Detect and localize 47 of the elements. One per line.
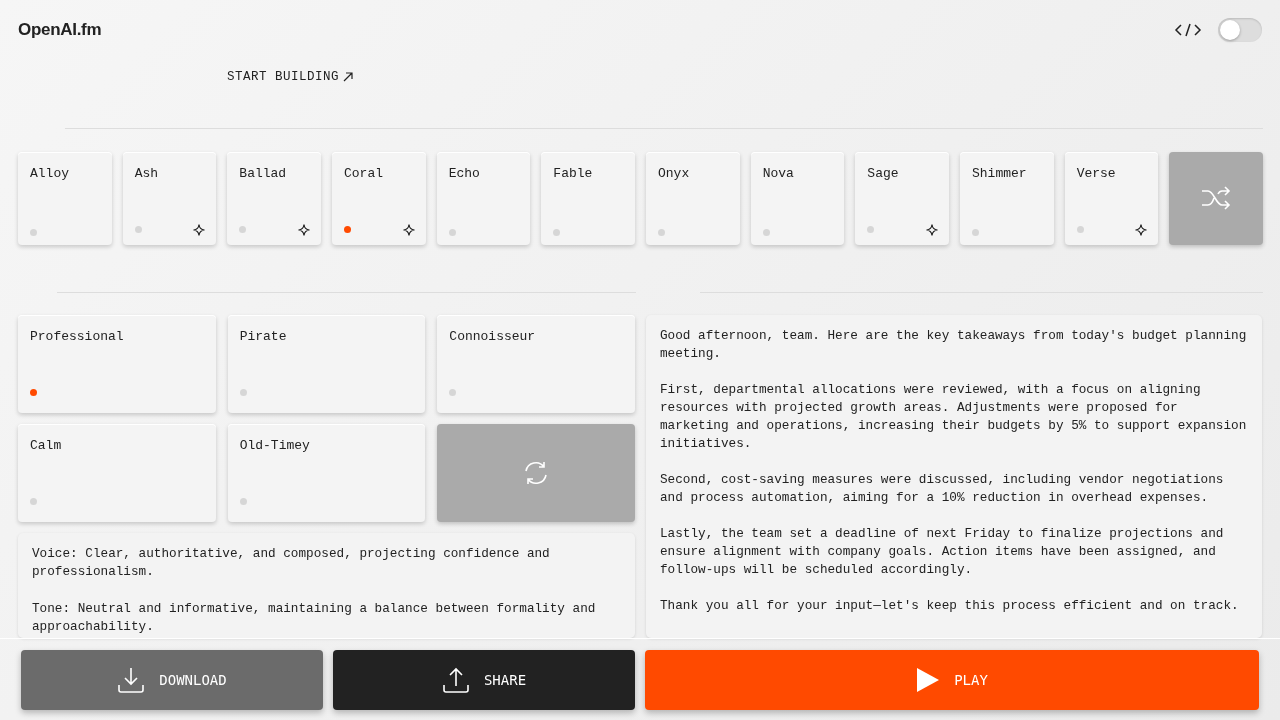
play-icon [916, 667, 941, 693]
voice-tile[interactable]: Nova [750, 151, 845, 245]
voice-tile[interactable]: Fable [541, 151, 635, 245]
start-building-link[interactable]: START BUILDING [227, 68, 355, 87]
voice-name: Echo [448, 164, 481, 183]
shuffle-button[interactable] [1169, 151, 1263, 245]
download-icon [117, 666, 146, 694]
voice-tile[interactable]: Alloy [18, 151, 112, 245]
vibe-tile[interactable]: Old-Timey [227, 423, 426, 522]
code-icon[interactable] [1174, 22, 1202, 38]
share-icon [441, 666, 470, 694]
voice-tile[interactable]: Ash [122, 151, 217, 245]
vibe-tile[interactable]: Calm [18, 423, 216, 522]
share-button[interactable]: SHARE [333, 650, 635, 710]
refresh-button[interactable] [437, 423, 635, 522]
vibe-tile[interactable]: Pirate [227, 314, 426, 413]
vibe-name: Calm [30, 436, 63, 455]
voice-tile[interactable]: Ballad [227, 151, 321, 245]
voice-name: Coral [344, 164, 384, 183]
voice-name: Ballad [239, 164, 288, 183]
voice-tile[interactable]: Shimmer [960, 151, 1054, 245]
arrow-icon [342, 71, 355, 84]
shuffle-icon [1200, 185, 1233, 212]
vibe-tile[interactable]: Connoisseur [437, 314, 635, 413]
voice-tile[interactable]: Echo [436, 151, 531, 245]
voice-name: Shimmer [972, 164, 1028, 183]
download-button[interactable]: DOWNLOAD [21, 650, 323, 710]
voice-name: Nova [762, 164, 795, 183]
logo[interactable]: OpenAI.fm [18, 17, 102, 43]
vibe-name: Pirate [239, 327, 288, 346]
voice-tile[interactable]: Verse [1064, 151, 1159, 245]
voice-name: Ash [134, 164, 160, 183]
script-text[interactable]: Good afternoon, team. Here are the key takeaways from today's budget planning meeting. First, departmental allocations were reviewed, with a focus on aligning resources with projected growth areas. Adjustments were proposed for marketing and operations, increasing their budgets by 5% to support expansion initiatives. Second, cost-saving measures were discussed, including vendor negotiations and process automation, aiming for a 10% reduction in overhead expenses. Lastly, the team set a deadline of next Friday to finalize projections and ensure alignment with company goals. Action items have been assigned, and follow-ups will be scheduled accordingly. Thank you all for your input—let's keep this process efficient and on track. [646, 314, 1262, 638]
voice-name: Alloy [30, 164, 70, 183]
instructions-text[interactable]: Voice: Clear, authoritative, and composed, projecting confidence and professionalism. Tone: Neutral and informative, maintaining a balance between formality and approachability. [18, 532, 635, 638]
voice-name: Verse [1076, 164, 1117, 183]
voice-tile[interactable]: Onyx [646, 151, 740, 245]
voice-tile[interactable]: Coral [332, 151, 426, 245]
voice-name: Fable [553, 164, 594, 183]
voice-tile[interactable]: Sage [855, 151, 949, 245]
theme-toggle[interactable] [1218, 18, 1262, 42]
vibe-name: Professional [30, 327, 125, 346]
vibe-name: Old-Timey [239, 436, 311, 455]
vibe-name: Connoisseur [449, 327, 537, 346]
vibe-tile[interactable]: Professional [18, 314, 216, 413]
voice-name: Sage [867, 164, 900, 183]
voice-name: Onyx [658, 164, 691, 183]
